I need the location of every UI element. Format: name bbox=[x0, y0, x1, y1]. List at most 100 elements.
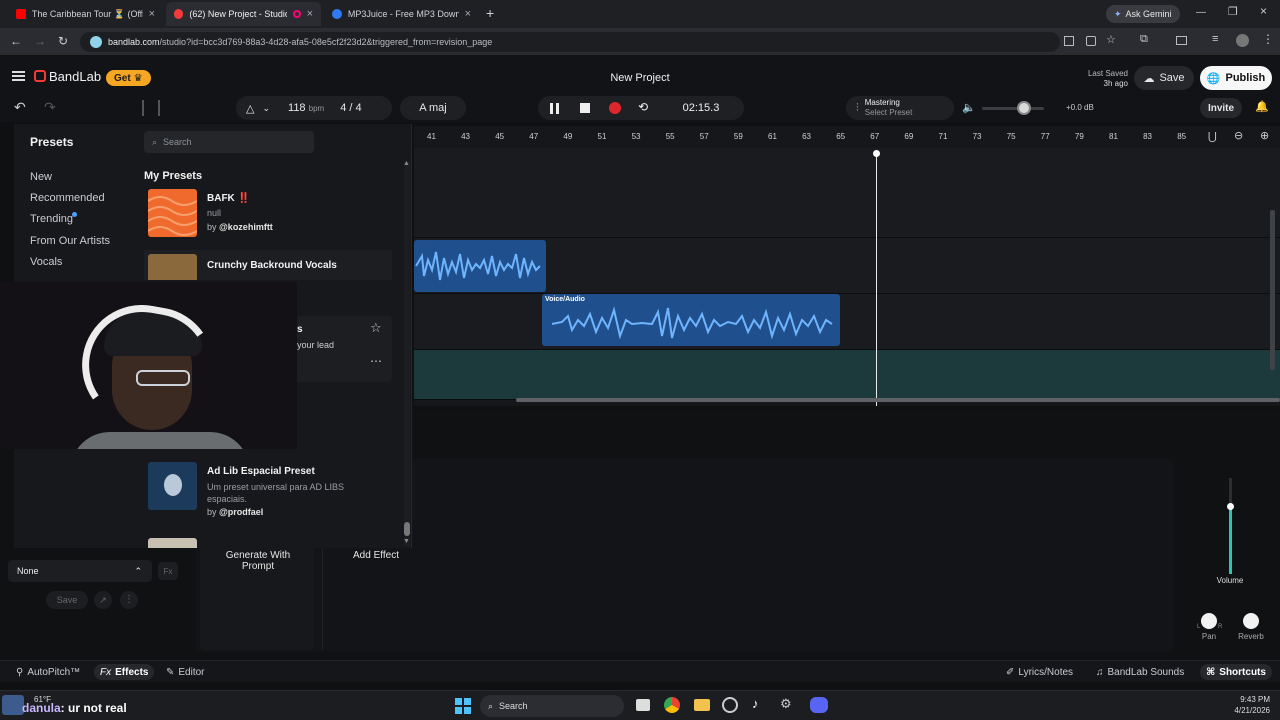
close-window-icon[interactable]: × bbox=[1260, 4, 1267, 18]
add-effect-button[interactable]: Add Effect bbox=[346, 550, 406, 561]
effects-tab-button[interactable]: Fx Effects bbox=[94, 664, 155, 680]
new-tab-button[interactable]: + bbox=[486, 5, 494, 21]
category-from-our-artists[interactable]: From Our Artists bbox=[30, 235, 110, 247]
profile-avatar[interactable] bbox=[1236, 34, 1249, 47]
hamburger-menu-icon[interactable] bbox=[12, 71, 25, 81]
key-selector[interactable]: A maj bbox=[400, 96, 466, 120]
project-title[interactable]: New Project bbox=[560, 72, 720, 84]
tiktok-icon[interactable]: ♪ bbox=[752, 696, 759, 711]
generate-with-prompt-button[interactable]: Generate With Prompt bbox=[218, 550, 298, 572]
scroll-up-icon[interactable]: ▲ bbox=[403, 160, 410, 167]
browser-menu-icon[interactable]: ⋮ bbox=[1262, 32, 1274, 46]
url-field[interactable]: bandlab.com/studio?id=bcc3d769-88a3-4d28… bbox=[80, 32, 1060, 52]
pause-icon[interactable] bbox=[550, 103, 559, 114]
invite-button[interactable]: Invite bbox=[1200, 98, 1242, 118]
category-trending[interactable]: Trending bbox=[30, 213, 73, 225]
system-clock[interactable]: 9:43 PM 4/21/2026 bbox=[1200, 694, 1270, 716]
forward-arrow-icon[interactable]: → bbox=[34, 34, 46, 48]
discord-icon[interactable] bbox=[810, 697, 828, 713]
save-preset-button[interactable]: Save bbox=[46, 591, 88, 609]
editor-button[interactable]: ✎ Editor bbox=[160, 664, 211, 680]
browser-tab-mp3juice[interactable]: MP3Juice - Free MP3 Downloa × bbox=[324, 2, 479, 26]
bookmark-star-icon[interactable]: ☆ bbox=[1106, 33, 1116, 46]
category-recommended[interactable]: Recommended bbox=[30, 192, 105, 204]
preset-chain-select[interactable]: None ⌃ bbox=[8, 560, 152, 582]
get-membership-button[interactable]: Get ♛ bbox=[106, 70, 151, 86]
zoom-out-icon[interactable]: ⊖ bbox=[1234, 129, 1243, 142]
weather-icon[interactable] bbox=[2, 695, 24, 715]
lyrics-notes-button[interactable]: ✐ Lyrics/Notes bbox=[1000, 664, 1079, 680]
ask-gemini-button[interactable]: ✦ Ask Gemini bbox=[1106, 5, 1180, 23]
preset-item[interactable]: BAFK ‼️ null by @kozehimftt bbox=[144, 187, 392, 241]
audio-clip-voice[interactable]: Voice/Audio bbox=[542, 294, 840, 346]
task-view-icon[interactable] bbox=[636, 699, 650, 711]
chevron-down-icon[interactable]: ⌄ bbox=[262, 103, 270, 114]
taskbar-search[interactable]: ⌕ Search bbox=[480, 695, 624, 717]
timeline-ruler[interactable]: 41 43 45 47 49 51 53 55 57 59 61 63 65 67 69 71 73 75 77 79… bbox=[414, 126, 1280, 148]
maximize-window-icon[interactable]: ❐ bbox=[1228, 5, 1238, 18]
more-options-icon[interactable]: ⋯ bbox=[370, 354, 382, 368]
reverb-knob[interactable] bbox=[1243, 613, 1259, 629]
shortcuts-button[interactable]: ⌘ Shortcuts bbox=[1200, 664, 1272, 680]
settings-gear-icon[interactable]: ⚙ bbox=[780, 696, 792, 712]
metronome-icon[interactable]: △ bbox=[246, 102, 254, 115]
vertical-scrollbar[interactable] bbox=[1270, 210, 1275, 370]
volume-fader-handle[interactable] bbox=[1227, 503, 1234, 510]
playhead-line[interactable] bbox=[876, 152, 877, 406]
stop-icon[interactable] bbox=[580, 103, 590, 113]
close-tab-icon[interactable]: × bbox=[465, 8, 471, 20]
save-button[interactable]: ☁ Save bbox=[1134, 66, 1194, 90]
time-signature[interactable]: 4 / 4 bbox=[340, 102, 361, 114]
extensions-icon[interactable]: ⧉ bbox=[1140, 33, 1148, 46]
category-vocals[interactable]: Vocals bbox=[30, 256, 62, 268]
master-volume-slider[interactable] bbox=[982, 107, 1044, 110]
audio-clip[interactable] bbox=[414, 240, 546, 292]
category-new[interactable]: New bbox=[30, 171, 52, 183]
reading-mode-icon[interactable] bbox=[1064, 36, 1074, 46]
close-tab-icon[interactable]: × bbox=[149, 8, 155, 20]
presets-search-input[interactable]: ⌕ Search bbox=[144, 131, 314, 153]
bandlab-sounds-button[interactable]: ♫ BandLab Sounds bbox=[1090, 664, 1190, 680]
favorite-star-icon[interactable]: ☆ bbox=[370, 320, 382, 336]
mastering-button[interactable]: ⫶ Mastering Select Preset bbox=[846, 96, 954, 120]
presets-scrollbar[interactable] bbox=[404, 162, 410, 546]
bpm-value[interactable]: 118 bpm bbox=[288, 102, 324, 114]
install-app-icon[interactable] bbox=[1086, 36, 1096, 46]
cast-icon[interactable] bbox=[1176, 36, 1187, 45]
windows-start-icon[interactable] bbox=[455, 698, 471, 714]
track-lane-selected[interactable] bbox=[414, 350, 1280, 400]
speaker-icon[interactable]: 🔈 bbox=[962, 101, 976, 114]
share-icon[interactable]: ↗ bbox=[94, 591, 112, 609]
fx-bypass-button[interactable]: Fx bbox=[158, 562, 178, 580]
horizontal-scrollbar[interactable] bbox=[516, 398, 1280, 402]
autopitch-button[interactable]: ⚲ AutoPitch™ bbox=[10, 664, 86, 680]
loop-icon[interactable]: ⟲ bbox=[638, 100, 648, 114]
preset-item[interactable]: Ad Lib Espacial Preset Um preset univers… bbox=[144, 462, 392, 522]
browser-tab-youtube[interactable]: The Caribbean Tour ⏳ (Officia × bbox=[8, 2, 163, 26]
zoom-in-icon[interactable]: ⊕ bbox=[1260, 129, 1269, 142]
pan-knob[interactable] bbox=[1201, 613, 1217, 629]
file-explorer-icon[interactable] bbox=[694, 699, 710, 711]
minimize-window-icon[interactable]: — bbox=[1196, 7, 1206, 18]
obs-icon[interactable] bbox=[722, 697, 738, 713]
media-controls-icon[interactable]: ≡ bbox=[1212, 33, 1218, 45]
reload-icon[interactable]: ↻ bbox=[58, 34, 68, 48]
undo-icon[interactable]: ↶ bbox=[14, 99, 26, 116]
publish-button[interactable]: 🌐 Publish bbox=[1200, 66, 1272, 90]
preset-item[interactable]: Crunchy Backround Vocals bbox=[144, 250, 392, 280]
volume-slider-handle[interactable] bbox=[1017, 101, 1031, 115]
arrangement-timeline[interactable]: 41 43 45 47 49 51 53 55 57 59 61 63 65 67 69 71 73 75 77 79… bbox=[414, 126, 1280, 406]
close-tab-icon[interactable]: × bbox=[307, 8, 313, 20]
chrome-icon[interactable] bbox=[664, 697, 680, 713]
magnet-snap-icon[interactable]: ⋃ bbox=[1208, 130, 1217, 143]
presets-scrollbar-thumb[interactable] bbox=[404, 522, 410, 536]
scroll-down-icon[interactable]: ▼ bbox=[403, 538, 410, 545]
more-options-icon[interactable]: ⋮ bbox=[120, 591, 138, 609]
playhead-handle[interactable] bbox=[873, 150, 880, 157]
notification-bell-icon[interactable]: 🔔 bbox=[1255, 100, 1269, 113]
instruments-icon[interactable] bbox=[142, 100, 160, 116]
record-icon[interactable] bbox=[609, 102, 621, 114]
back-arrow-icon[interactable]: ← bbox=[10, 34, 22, 48]
track-lane[interactable] bbox=[414, 148, 1280, 238]
site-info-icon[interactable] bbox=[90, 36, 102, 48]
